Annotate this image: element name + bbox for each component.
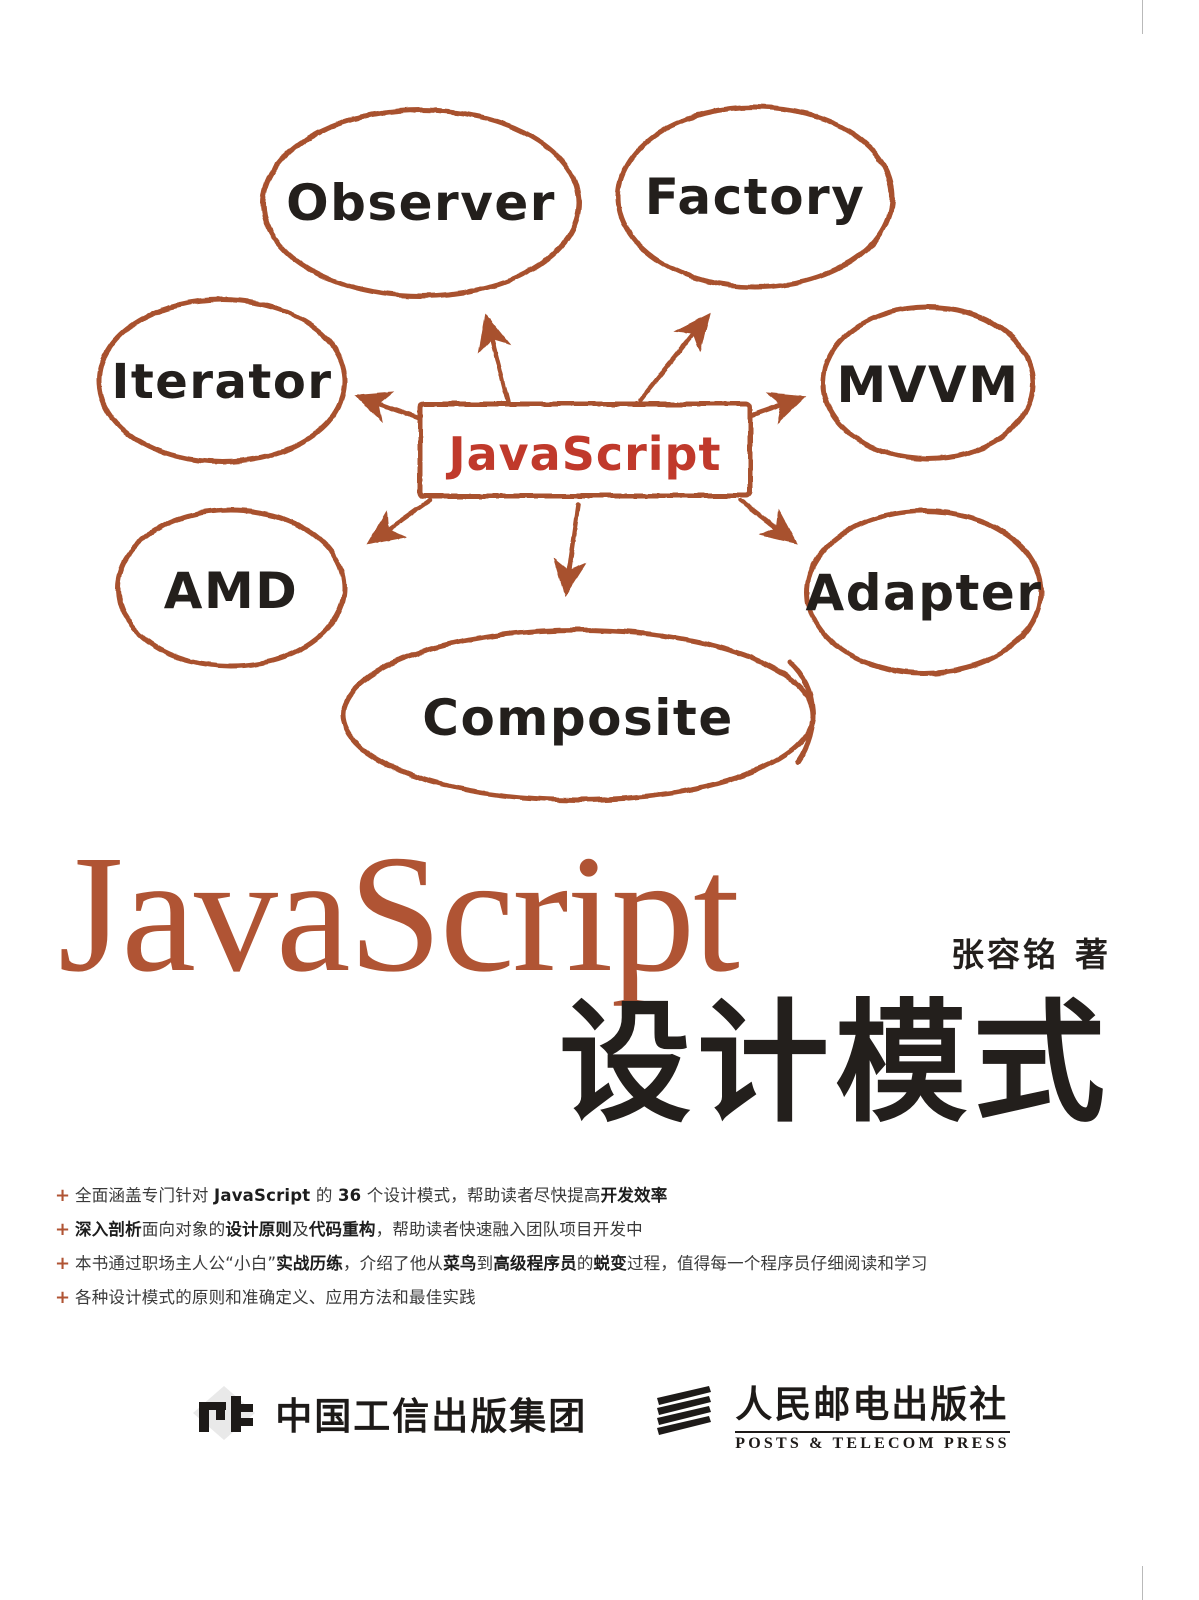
author-name: 张容铭 xyxy=(951,935,1059,974)
bullet-text: 各种设计模式的原则和准确定义、应用方法和最佳实践 xyxy=(75,1288,476,1307)
mindmap-node-adapter: Adapter xyxy=(804,508,1044,676)
node-label-amd: AMD xyxy=(164,562,298,620)
ptpress-wordmark: 人民邮电出版社 POSTS & TELECOM PRESS xyxy=(735,1374,1010,1453)
china-publishing-group-logo-icon xyxy=(193,1386,256,1440)
mindmap-node-observer: Observer xyxy=(260,107,582,299)
node-label-mvvm: MVVM xyxy=(837,356,1020,414)
publisher-footer: 中国工信出版集团 人民邮电出版社 POSTS & TELECOM PRESS xyxy=(0,1368,1199,1458)
author-suffix: 著 xyxy=(1075,935,1111,974)
feature-bullet-list: + 全面涵盖专门针对 JavaScript 的 36 个设计模式，帮助读者尽快提高… xyxy=(55,1182,1135,1318)
feature-bullet-item: + 全面涵盖专门针对 JavaScript 的 36 个设计模式，帮助读者尽快提高… xyxy=(55,1182,1135,1216)
bullet-plus-icon: + xyxy=(55,1287,71,1308)
node-label-observer: Observer xyxy=(286,174,556,232)
publisher-name: 中国工信出版集团 xyxy=(275,1394,588,1438)
book-author-line: 张容铭著 xyxy=(951,928,1111,976)
crop-mark-bottom-right xyxy=(1142,1566,1143,1600)
mindmap-node-amd: AMD xyxy=(115,507,347,669)
title-block: JavaScript 张容铭著 设计模式 xyxy=(0,820,1199,1160)
bullet-plus-icon: + xyxy=(55,1185,71,1206)
mindmap-node-mvvm: MVVM xyxy=(820,304,1036,462)
publisher-subtitle: POSTS & TELECOM PRESS xyxy=(735,1434,1010,1452)
ptpress-logo-icon xyxy=(657,1386,712,1435)
publisher-china-publishing-group: 中国工信出版集团 xyxy=(189,1382,587,1444)
node-label-iterator: Iterator xyxy=(111,354,332,410)
feature-bullet-item: + 本书通过职场主人公“小白”实战历练，介绍了他从菜鸟到高级程序员的蜕变过程，值得… xyxy=(55,1250,1135,1284)
bullet-text: 全面涵盖专门针对 JavaScript 的 36 个设计模式，帮助读者尽快提高开… xyxy=(75,1186,668,1205)
mindmap-center-node: JavaScript xyxy=(417,401,753,499)
node-label-factory: Factory xyxy=(645,168,866,226)
feature-bullet-item: + 深入剖析面向对象的设计原则及代码重构，帮助读者快速融入团队项目开发中 xyxy=(55,1216,1135,1250)
publisher-ptpress: 人民邮电出版社 POSTS & TELECOM PRESS xyxy=(653,1374,1010,1453)
mindmap-node-factory: Factory xyxy=(615,104,895,290)
feature-bullet-item: + 各种设计模式的原则和准确定义、应用方法和最佳实践 xyxy=(55,1284,1135,1318)
publisher-rule xyxy=(735,1430,1010,1433)
bullet-plus-icon: + xyxy=(55,1253,71,1274)
bullet-text: 深入剖析面向对象的设计原则及代码重构，帮助读者快速融入团队项目开发中 xyxy=(75,1220,643,1239)
bullet-plus-icon: + xyxy=(55,1219,71,1240)
bullet-text: 本书通过职场主人公“小白”实战历练，介绍了他从菜鸟到高级程序员的蜕变过程，值得每… xyxy=(75,1254,928,1273)
node-label-adapter: Adapter xyxy=(806,564,1043,622)
center-node-label: JavaScript xyxy=(446,427,722,481)
mindmap-diagram: JavaScript Observer Factory Iterator MVV… xyxy=(0,0,1199,820)
book-subtitle: 设计模式 xyxy=(559,987,1111,1141)
mindmap-node-composite: Composite xyxy=(340,627,816,803)
mindmap-node-iterator: Iterator xyxy=(96,297,348,465)
publisher-name: 人民邮电出版社 xyxy=(735,1381,1009,1426)
node-label-composite: Composite xyxy=(422,689,734,747)
book-main-title: JavaScript xyxy=(58,821,740,1007)
